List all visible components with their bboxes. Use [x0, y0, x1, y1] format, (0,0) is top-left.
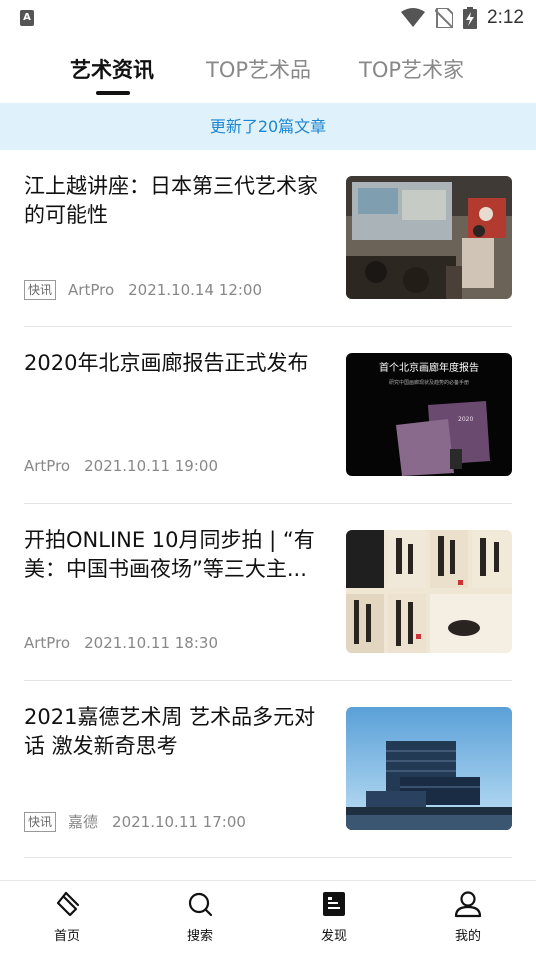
article-meta: 快讯 嘉德 2021.10.11 17:00 [24, 811, 246, 832]
article-date: 2021.10.11 17:00 [112, 812, 246, 831]
article-item[interactable]: 2020年北京画廊报告正式发布 ArtPro 2021.10.11 19:00 … [0, 327, 536, 504]
article-meta: ArtPro 2021.10.11 19:00 [24, 457, 218, 475]
bottom-nav: 首页 搜索 发现 我的 [0, 880, 536, 954]
nav-search-label: 搜索 [186, 929, 213, 944]
nav-profile-label: 我的 [454, 929, 481, 944]
article-source: ArtPro [24, 634, 71, 652]
nav-search[interactable]: 搜索 [160, 889, 240, 944]
book-year-text: 2020 [458, 416, 473, 423]
no-sim-icon [435, 8, 454, 28]
report-title-text: 首个北京画廊年度报告 [379, 361, 479, 374]
tab-top-artworks[interactable]: TOP艺术品 [206, 54, 311, 84]
user-icon [454, 891, 482, 918]
tab-art-news[interactable]: 艺术资讯 [70, 54, 154, 84]
article-thumbnail: 首个北京画廊年度报告 研究中国画廊现状及趋势的必备手册 2020 [346, 353, 512, 476]
status-bar: A 2:12 [0, 0, 536, 38]
battery-charging-icon [463, 7, 478, 29]
article-source: ArtPro [24, 457, 71, 475]
active-tab-indicator [96, 91, 130, 95]
article-date: 2021.10.14 12:00 [128, 281, 263, 299]
article-date: 2021.10.11 18:30 [84, 634, 218, 652]
article-list: 江上越讲座：日本第三代艺术家的可能性 快讯 ArtPro 2021.10.14 … [0, 150, 536, 858]
top-tabs: 艺术资讯 TOP艺术品 TOP艺术家 [0, 48, 536, 98]
app-root: A 2:12 艺术资讯 TOP艺术品 TOP艺术家 更新了20篇文章 江上越讲座… [0, 0, 536, 954]
article-meta: 快讯 ArtPro 2021.10.14 12:00 [24, 280, 262, 300]
nav-discover[interactable]: 发现 [294, 889, 374, 944]
article-item[interactable]: 2021嘉德艺术周 艺术品多元对话 激发新奇思考 快讯 嘉德 2021.10.1… [0, 681, 536, 858]
clock: 2:12 [487, 7, 524, 28]
article-title: 2020年北京画廊报告正式发布 [24, 351, 309, 375]
report-subtitle-text: 研究中国画廊现状及趋势的必备手册 [389, 379, 469, 386]
notification-badge: A [20, 10, 34, 26]
search-icon [188, 892, 213, 917]
article-title: 2021嘉德艺术周 艺术品多元对话 激发新奇思考 [24, 705, 316, 758]
article-meta: ArtPro 2021.10.11 18:30 [24, 634, 218, 652]
article-source: ArtPro [68, 281, 115, 299]
nav-home-label: 首页 [53, 929, 80, 944]
wifi-icon [401, 8, 426, 27]
article-title: 开拍ONLINE 10月同步拍 | “有美：中国书画夜场”等三大主... [24, 528, 315, 581]
divider [24, 857, 512, 858]
flash-tag: 快讯 [24, 280, 57, 300]
diamond-icon [56, 891, 80, 917]
article-date: 2021.10.11 19:00 [84, 457, 218, 475]
article-title: 江上越讲座：日本第三代艺术家的可能性 [24, 174, 318, 227]
discover-icon [323, 892, 345, 916]
article-thumbnail [346, 176, 512, 299]
article-thumbnail [346, 530, 512, 653]
article-item[interactable]: 江上越讲座：日本第三代艺术家的可能性 快讯 ArtPro 2021.10.14 … [0, 150, 536, 327]
nav-home[interactable]: 首页 [27, 889, 107, 944]
update-notice: 更新了20篇文章 [0, 103, 536, 150]
nav-profile[interactable]: 我的 [428, 889, 508, 944]
article-thumbnail [346, 707, 512, 830]
status-icons: 2:12 [401, 6, 524, 30]
tab-top-artists[interactable]: TOP艺术家 [359, 54, 464, 84]
article-source: 嘉德 [68, 813, 99, 831]
flash-tag: 快讯 [24, 811, 57, 832]
article-item[interactable]: 开拍ONLINE 10月同步拍 | “有美：中国书画夜场”等三大主... Art… [0, 504, 536, 681]
nav-discover-label: 发现 [320, 929, 347, 944]
